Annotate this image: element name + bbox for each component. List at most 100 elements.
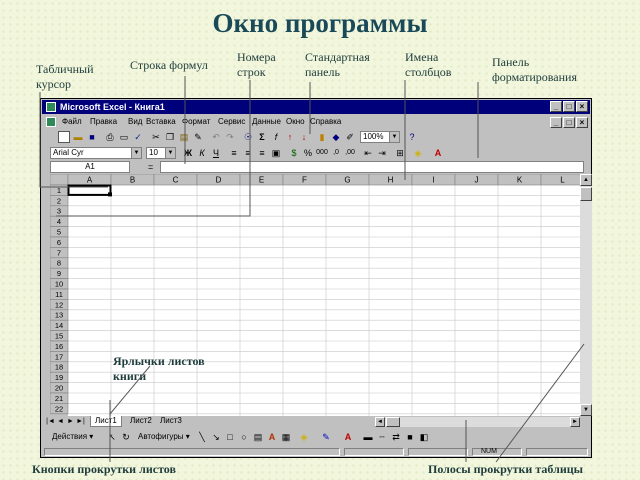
horizontal-scrollbar[interactable]: ◄ ►: [375, 417, 580, 427]
vertical-scroll-thumb[interactable]: [580, 187, 592, 201]
menu-edit[interactable]: Правка: [90, 115, 117, 129]
paste-icon[interactable]: ▤: [178, 131, 190, 143]
underline-icon[interactable]: Ч: [210, 147, 222, 159]
font-name-select[interactable]: Arial Cyr ▼: [50, 147, 142, 159]
minimize-button[interactable]: _: [550, 101, 562, 112]
print-icon[interactable]: ⎙: [104, 131, 116, 143]
redo-icon[interactable]: ↷: [224, 131, 236, 143]
borders-icon[interactable]: ⊞: [394, 147, 406, 159]
align-right-icon[interactable]: ≡: [256, 147, 268, 159]
doc-close-button[interactable]: ×: [576, 117, 588, 128]
line-icon[interactable]: ╲: [196, 431, 208, 443]
fill-color-icon[interactable]: ◈: [412, 147, 424, 159]
clipart-icon[interactable]: ▦: [280, 431, 292, 443]
scroll-left-icon[interactable]: ◄: [375, 417, 385, 427]
sort-asc-icon[interactable]: ↑: [284, 131, 296, 143]
menu-file[interactable]: Файл: [62, 115, 82, 129]
formula-equals-button[interactable]: =: [148, 161, 153, 173]
chart-wizard-icon[interactable]: ▮: [316, 131, 328, 143]
font-color-icon[interactable]: A: [432, 147, 444, 159]
sheet-tab-1[interactable]: Лист1: [90, 416, 122, 427]
percent-icon[interactable]: %: [302, 147, 314, 159]
new-icon[interactable]: [58, 131, 70, 143]
textbox-icon[interactable]: ▤: [252, 431, 264, 443]
sort-desc-icon[interactable]: ↓: [298, 131, 310, 143]
wordart-icon[interactable]: A: [266, 431, 278, 443]
bold-icon[interactable]: Ж: [182, 147, 194, 159]
row-header-label: 19: [55, 373, 63, 382]
select-all-button[interactable]: [50, 174, 69, 186]
select-objects-icon[interactable]: ↖: [106, 431, 118, 443]
oval-icon[interactable]: ○: [238, 431, 250, 443]
rectangle-icon[interactable]: □: [224, 431, 236, 443]
menu-view[interactable]: Вид: [128, 115, 142, 129]
arrow-style-icon[interactable]: ⇄: [390, 431, 402, 443]
undo-icon[interactable]: ↶: [210, 131, 222, 143]
spelling-icon[interactable]: ✓: [132, 131, 144, 143]
sheet-tab-2[interactable]: Лист2: [126, 416, 156, 426]
cut-icon[interactable]: ✂: [150, 131, 162, 143]
increase-decimal-icon[interactable]: ,0: [330, 147, 342, 159]
menu-format[interactable]: Формат: [182, 115, 210, 129]
font-size-select[interactable]: 10 ▼: [146, 147, 176, 159]
prev-sheet-icon[interactable]: ◄: [56, 417, 65, 426]
workbook-icon[interactable]: [46, 117, 56, 127]
menu-insert[interactable]: Вставка: [146, 115, 176, 129]
font-color-icon[interactable]: A: [342, 431, 354, 443]
increase-indent-icon[interactable]: ⇥: [376, 147, 388, 159]
italic-icon[interactable]: К: [196, 147, 208, 159]
shadow-icon[interactable]: ■: [404, 431, 416, 443]
next-sheet-icon[interactable]: ►: [66, 417, 75, 426]
open-icon[interactable]: ▬: [72, 131, 84, 143]
scroll-up-icon[interactable]: ▲: [580, 174, 592, 186]
rotate-icon[interactable]: ↻: [120, 431, 132, 443]
drawing-icon[interactable]: ✐: [344, 131, 356, 143]
scroll-right-icon[interactable]: ►: [570, 417, 580, 427]
horizontal-scroll-thumb[interactable]: [386, 417, 400, 427]
line-color-icon[interactable]: ✎: [320, 431, 332, 443]
maximize-button[interactable]: □: [563, 101, 575, 112]
line-style-icon[interactable]: ▬: [362, 431, 374, 443]
hyperlink-icon[interactable]: ☉: [242, 131, 254, 143]
menu-data[interactable]: Данные: [252, 115, 281, 129]
thousands-icon[interactable]: 000: [316, 147, 328, 159]
autoshapes-menu[interactable]: Автофигуры ▾: [138, 431, 194, 443]
format-painter-icon[interactable]: ✎: [192, 131, 204, 143]
doc-minimize-button[interactable]: _: [550, 117, 562, 128]
3d-icon[interactable]: ◧: [418, 431, 430, 443]
align-left-icon[interactable]: ≡: [228, 147, 240, 159]
decrease-indent-icon[interactable]: ⇤: [362, 147, 374, 159]
menu-help[interactable]: Справка: [310, 115, 341, 129]
merge-center-icon[interactable]: ▣: [270, 147, 282, 159]
preview-icon[interactable]: ▭: [118, 131, 130, 143]
active-cell-cursor[interactable]: [67, 184, 112, 196]
draw-menu[interactable]: Действия ▾: [52, 431, 102, 443]
arrow-icon[interactable]: ↘: [210, 431, 222, 443]
scroll-down-icon[interactable]: ▼: [580, 404, 592, 416]
menu-tools[interactable]: Сервис: [218, 115, 245, 129]
menu-window[interactable]: Окно: [286, 115, 305, 129]
name-box[interactable]: A1: [50, 161, 130, 173]
doc-restore-button[interactable]: □: [563, 117, 575, 128]
vertical-scrollbar[interactable]: ▲ ▼: [580, 174, 592, 416]
formula-input[interactable]: [160, 161, 584, 173]
first-sheet-icon[interactable]: |◄: [46, 417, 55, 426]
zoom-select[interactable]: 100% ▼: [360, 131, 400, 143]
save-icon[interactable]: ■: [86, 131, 98, 143]
map-icon[interactable]: ◆: [330, 131, 342, 143]
function-icon[interactable]: f: [270, 131, 282, 143]
dash-style-icon[interactable]: ┄: [376, 431, 388, 443]
last-sheet-icon[interactable]: ►|: [76, 417, 85, 426]
row-header-label: 11: [55, 290, 63, 299]
copy-icon[interactable]: ❐: [164, 131, 176, 143]
decrease-decimal-icon[interactable]: ,00: [344, 147, 356, 159]
fill-handle[interactable]: [108, 192, 112, 197]
slide-title: Окно программы: [212, 8, 428, 38]
currency-icon[interactable]: $: [288, 147, 300, 159]
sheet-tab-3[interactable]: Лист3: [156, 416, 186, 426]
close-button[interactable]: ×: [576, 101, 588, 112]
fill-color-icon[interactable]: ◈: [298, 431, 310, 443]
align-center-icon[interactable]: ≡: [242, 147, 254, 159]
help-icon[interactable]: ?: [406, 131, 418, 143]
autosum-icon[interactable]: Σ: [256, 131, 268, 143]
